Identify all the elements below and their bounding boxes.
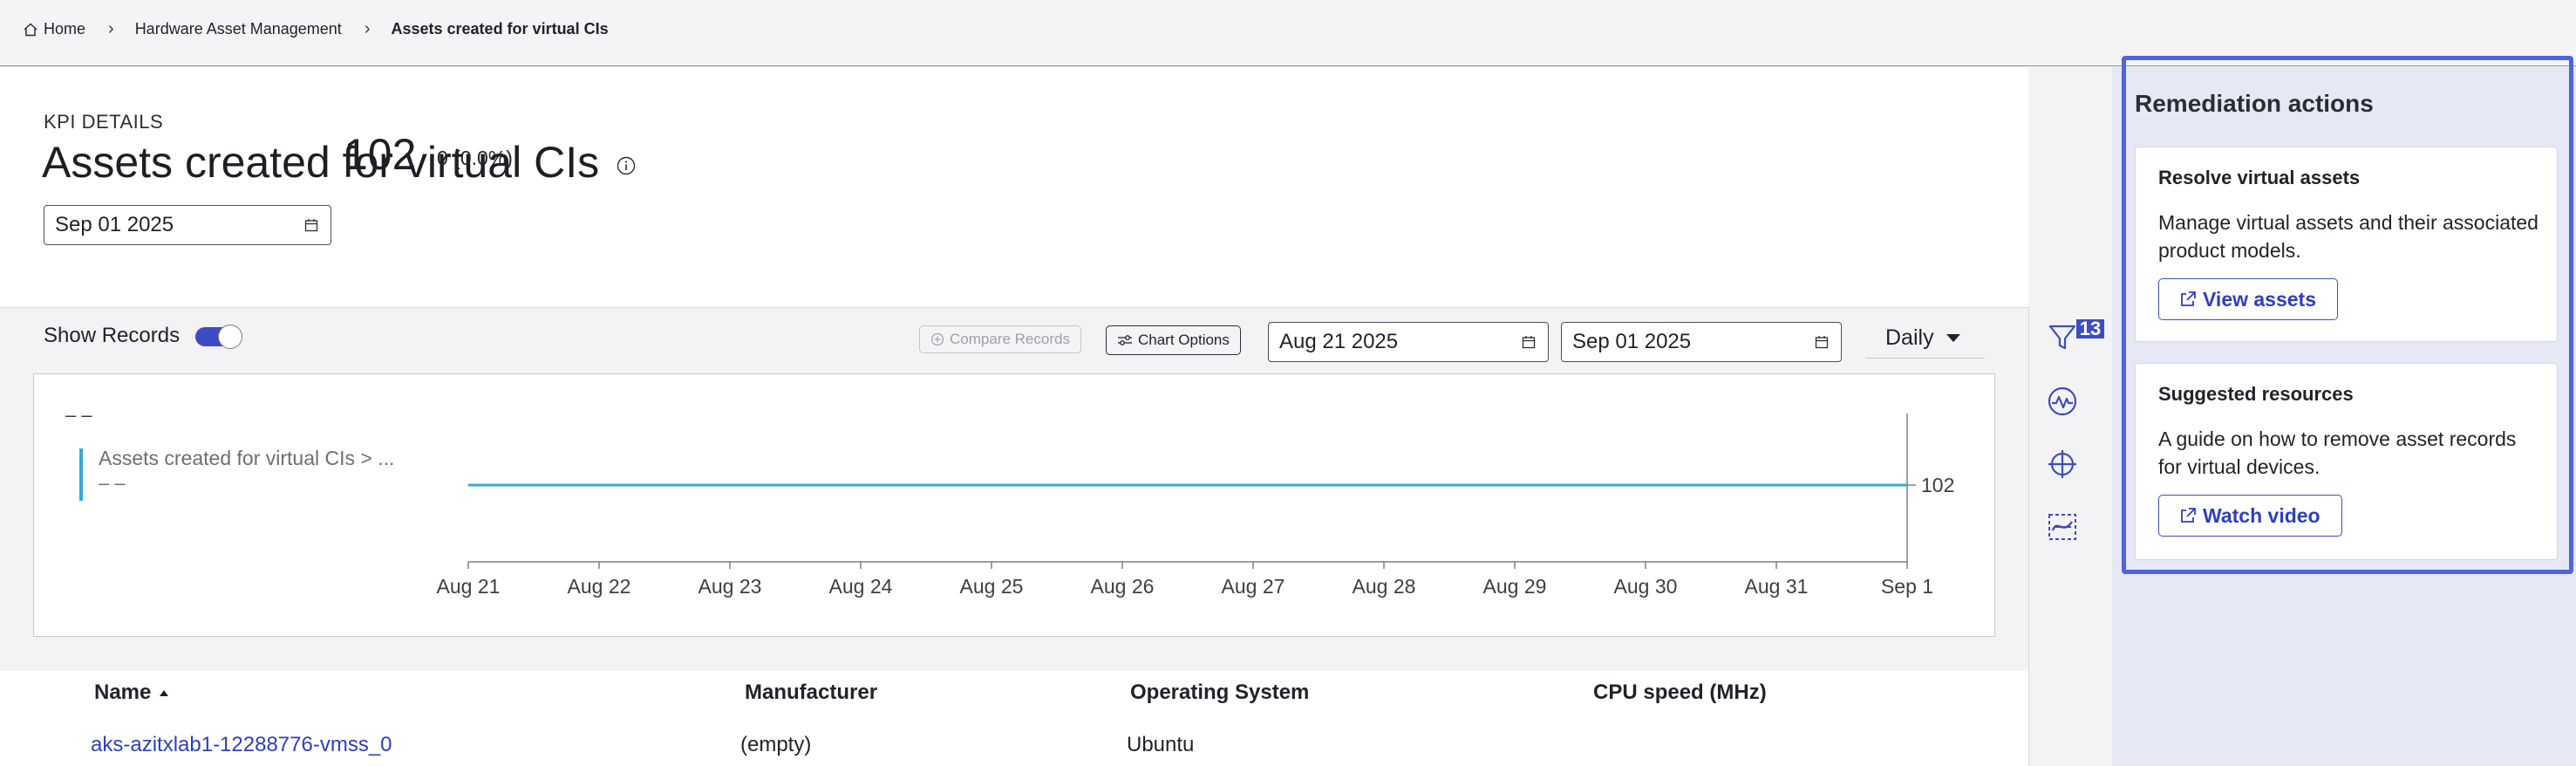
kpi-title-text: Assets created for virtual CIs	[42, 138, 600, 187]
view-assets-button[interactable]: View assets	[2158, 278, 2339, 320]
start-date-picker[interactable]: Aug 21 2025	[1268, 322, 1549, 362]
home-icon	[24, 22, 37, 36]
compare-records-button[interactable]: Compare Records	[919, 325, 1081, 353]
data-point	[1514, 484, 1516, 486]
show-records-label: Show Records	[44, 324, 181, 347]
data-point	[1775, 484, 1777, 486]
legend-top-value: – –	[65, 404, 92, 426]
breadcrumb-current: Assets created for virtual CIs	[391, 20, 609, 38]
breadcrumb-home[interactable]: Home	[44, 20, 85, 38]
crosshair-icon[interactable]	[2045, 447, 2080, 482]
external-link-icon	[2181, 291, 2196, 306]
remediation-card-description: Manage virtual assets and their associat…	[2158, 211, 2539, 262]
data-point	[1252, 484, 1254, 486]
x-tick-label: Aug 27	[1222, 575, 1285, 598]
kpi-date-picker[interactable]: Sep 01 2025	[44, 205, 331, 245]
chart-card: – – Assets created for virtual CIs > ...…	[33, 373, 1995, 637]
column-header-cpu-speed[interactable]: CPU speed (MHz)	[1593, 681, 1767, 705]
data-point	[467, 484, 469, 486]
x-tick-label: Aug 26	[1091, 575, 1155, 598]
end-date-value: Sep 01 2025	[1572, 330, 1692, 353]
column-header-manufacturer[interactable]: Manufacturer	[745, 681, 877, 705]
x-tick-label: Aug 22	[568, 575, 631, 598]
chart-options-button[interactable]: Chart Options	[1106, 325, 1241, 355]
legend-series-label: Assets created for virtual CIs > ...	[99, 447, 394, 469]
end-value-label: 102	[1921, 474, 1954, 496]
chart-options-label: Chart Options	[1138, 332, 1230, 348]
data-point	[598, 484, 600, 486]
end-date-picker[interactable]: Sep 01 2025	[1561, 322, 1842, 362]
column-header-operating-system[interactable]: Operating System	[1130, 681, 1309, 705]
page-title: Assets created for virtual CIs	[42, 137, 636, 188]
chevron-right-icon: ›	[108, 19, 114, 38]
kpi-change: 0 (0.0%)	[437, 147, 513, 169]
remediation-card-heading: Resolve virtual assets	[2158, 167, 2361, 188]
remediation-card-description: A guide on how to remove asset records f…	[2158, 427, 2517, 478]
watch-video-label: Watch video	[2203, 503, 2320, 527]
x-tick-label: Aug 28	[1353, 575, 1416, 598]
data-point	[729, 484, 731, 486]
breadcrumb: Home › Hardware Asset Management › Asset…	[23, 19, 609, 39]
x-tick-label: Aug 23	[699, 575, 762, 598]
remediation-card-resources: Suggested resources A guide on how to re…	[2135, 363, 2558, 560]
kpi-value: 102	[344, 130, 417, 179]
filter-icon[interactable]	[2045, 319, 2080, 354]
remediation-card-resolve: Resolve virtual assets Manage virtual as…	[2135, 147, 2558, 342]
filter-count-badge: 13	[2076, 318, 2104, 339]
table-row-manufacturer: (empty)	[740, 733, 812, 756]
calendar-icon[interactable]	[304, 218, 318, 232]
line-chart: – – Assets created for virtual CIs > ...…	[65, 404, 1954, 598]
sliders-icon	[1118, 335, 1132, 345]
sort-up-icon	[160, 690, 169, 696]
breadcrumb-hardware-asset-management[interactable]: Hardware Asset Management	[135, 20, 342, 38]
data-point	[1121, 484, 1123, 486]
column-header-name[interactable]: Name	[94, 681, 170, 705]
x-tick-label: Sep 1	[1881, 575, 1933, 598]
view-assets-label: View assets	[2203, 287, 2317, 311]
chart-tool-rail: 13	[2028, 307, 2112, 766]
calendar-icon[interactable]	[1815, 335, 1829, 349]
show-records-toggle[interactable]	[195, 325, 242, 349]
interval-select[interactable]: Daily	[1866, 318, 1985, 359]
plus-circle-icon	[930, 332, 944, 346]
x-tick-label: Aug 25	[960, 575, 1024, 598]
kpi-section-label: KPI DETAILS	[44, 111, 164, 133]
table-row-operating-system: Ubuntu	[1127, 733, 1195, 756]
info-icon[interactable]	[617, 156, 636, 175]
watch-video-button[interactable]: Watch video	[2158, 495, 2342, 537]
chart-section: Show Records Compare Records Chart Optio…	[0, 307, 2028, 671]
x-tick-label: Aug 31	[1745, 575, 1809, 598]
external-link-icon	[2181, 508, 2196, 523]
remediation-card-heading: Suggested resources	[2158, 383, 2354, 405]
legend-series-bar	[79, 448, 83, 501]
x-tick-label: Aug 24	[829, 575, 893, 598]
chevron-right-icon: ›	[364, 19, 371, 38]
x-tick-label: Aug 21	[437, 575, 501, 598]
compare-records-label: Compare Records	[950, 331, 1070, 347]
data-point	[860, 484, 862, 486]
toggle-knob	[218, 325, 242, 349]
calendar-icon[interactable]	[1522, 335, 1536, 349]
trend-icon[interactable]	[2045, 510, 2080, 544]
legend-series-value: – –	[99, 472, 126, 494]
kpi-date-value: Sep 01 2025	[55, 213, 174, 236]
activity-icon[interactable]	[2045, 384, 2080, 419]
table-row-name-link[interactable]: aks-azitxlab1-12288776-vmss_0	[91, 733, 392, 757]
x-tick-label: Aug 30	[1614, 575, 1678, 598]
data-point	[1383, 484, 1385, 486]
caret-down-icon	[1946, 334, 1960, 342]
interval-value: Daily	[1885, 325, 1934, 350]
start-date-value: Aug 21 2025	[1279, 330, 1399, 353]
column-header-name-label: Name	[94, 681, 152, 704]
x-tick-label: Aug 29	[1483, 575, 1547, 598]
remediation-title: Remediation actions	[2135, 90, 2374, 117]
